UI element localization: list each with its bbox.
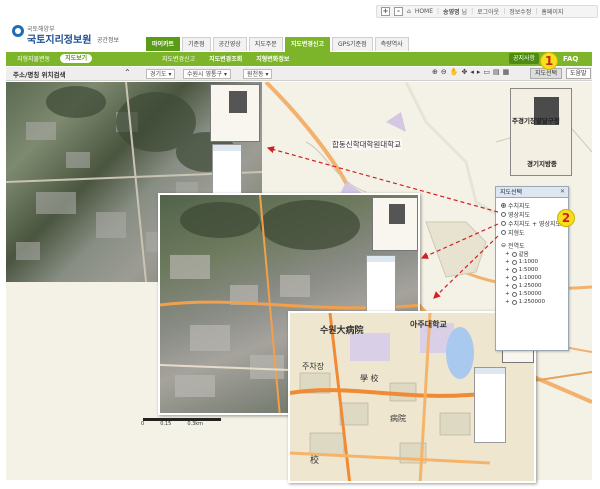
callout-marker-2: 2 [557,209,575,227]
scale-label: 0.15 [160,421,172,427]
callout-marker-1: 1 [540,52,558,70]
scale-label: 0.3km [187,421,204,427]
callout-arrows [266,146,499,299]
scale-label: 0 [141,421,145,427]
scale-labels: 0 0.15 0.3km [141,421,203,427]
